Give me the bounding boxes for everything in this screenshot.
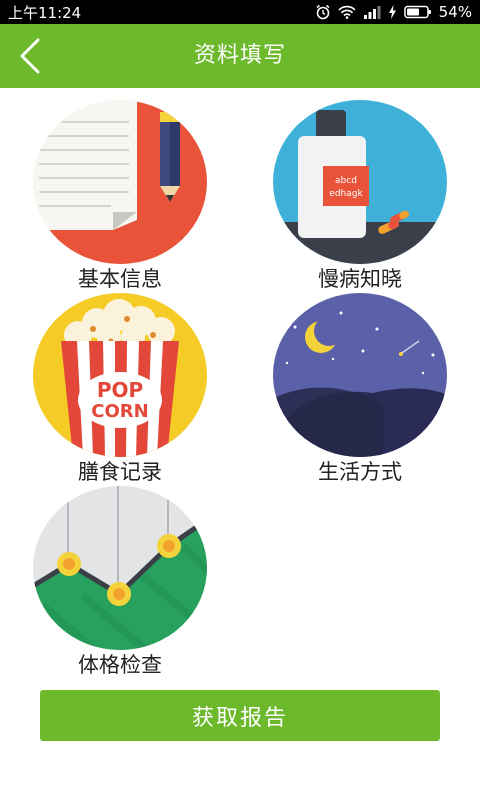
status-icons: 54%: [315, 3, 472, 21]
charging-icon: [388, 5, 396, 19]
battery-icon: [403, 5, 431, 19]
popcorn-illustration: POP CORN: [33, 293, 207, 457]
tile-label: 体格检查: [78, 653, 162, 677]
tile-label: 慢病知晓: [318, 267, 402, 291]
tile-label: 基本信息: [78, 267, 162, 291]
tile-label: 膳食记录: [78, 460, 162, 484]
battery-percent: 54%: [438, 3, 472, 21]
medicine-bottle-illustration: abcd edhagk: [273, 100, 447, 264]
bottle-label-line1: abcd: [335, 176, 357, 186]
wifi-icon: [338, 5, 356, 19]
popcorn-text-corn: CORN: [91, 401, 148, 422]
tile-basic-info[interactable]: 基本信息: [20, 100, 220, 293]
tile-diet-record[interactable]: POP CORN 膳食记录: [20, 293, 220, 486]
status-bar: 上午11:24 54%: [0, 0, 480, 24]
app-bar: 资料填写: [0, 24, 480, 88]
tile-chronic-disease[interactable]: abcd edhagk 慢病知晓: [260, 100, 460, 293]
growth-chart-illustration: [33, 486, 207, 650]
bottle-label-line2: edhagk: [329, 189, 363, 199]
get-report-button[interactable]: 获取报告: [40, 690, 440, 741]
page-title: 资料填写: [193, 43, 286, 68]
night-sky-illustration: [273, 293, 447, 457]
alarm-icon: [316, 4, 330, 20]
tile-label: 生活方式: [318, 460, 402, 484]
tile-physical-exam[interactable]: 体格检查: [20, 486, 220, 679]
popcorn-text-pop: POP: [97, 378, 143, 402]
notebook-illustration: [33, 100, 207, 264]
tile-lifestyle[interactable]: 生活方式: [260, 293, 460, 486]
status-time: 上午11:24: [8, 3, 82, 22]
signal-icon: [363, 6, 381, 19]
